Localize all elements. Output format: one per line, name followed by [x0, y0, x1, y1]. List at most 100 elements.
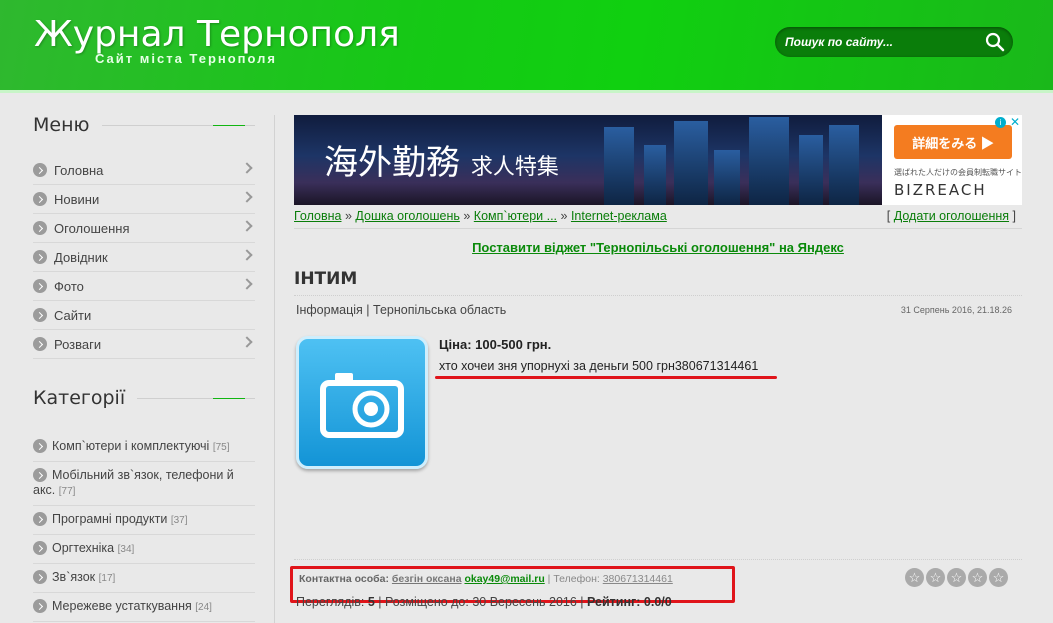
breadcrumb-separator: »: [344, 209, 352, 223]
ad-building: [714, 150, 740, 205]
star-icon[interactable]: ☆: [926, 568, 945, 587]
sidebar-item-photo[interactable]: Фото: [33, 272, 255, 301]
search-icon[interactable]: [985, 32, 1005, 52]
views-count: 5: [367, 595, 375, 609]
star-icon[interactable]: ☆: [989, 568, 1008, 587]
breadcrumb-link[interactable]: Комп`ютери ...: [474, 209, 557, 223]
arrow-bullet-icon: [33, 279, 47, 293]
ad-city-image: 海外勤務 求人特集: [294, 115, 882, 205]
rating-label: Рейтинг:: [587, 595, 641, 609]
sidebar-item-sites[interactable]: Сайти: [33, 301, 255, 330]
ad-building: [644, 145, 666, 205]
sidebar-item-entertainment[interactable]: Розваги: [33, 330, 255, 359]
listing-stats: Переглядів: 5 | Розміщено до: 30 Вересен…: [296, 595, 672, 609]
sidebar-item-label: Довідник: [54, 249, 108, 265]
arrow-bullet-icon: [33, 308, 47, 322]
arrow-bullet-icon: [33, 541, 47, 555]
category-item[interactable]: Мережеве устаткування [24]: [33, 593, 255, 622]
breadcrumb-link[interactable]: Internet-реклама: [571, 209, 667, 223]
site-subtitle: Сайт міста Тернополя: [95, 51, 277, 66]
yandex-widget-link[interactable]: Поставити віджет "Тернопільські оголошен…: [472, 240, 844, 255]
breadcrumb-separator: »: [560, 209, 568, 223]
main-content: 海外勤務 求人特集 詳細をみる ▶ 選ばれた人だけの会員制転職サイト BIZRE…: [290, 115, 1022, 609]
category-label: Оргтехніка: [52, 541, 115, 555]
add-ad-link[interactable]: Додати оголошення: [894, 209, 1009, 223]
ad-side-panel: 詳細をみる ▶ 選ばれた人だけの会員制転職サイト BIZREACH: [882, 115, 1022, 205]
listing-description: хто хочеи зня упорнухі за деньги 500 грн…: [439, 359, 759, 373]
widget-row: Поставити віджет "Тернопільські оголошен…: [294, 240, 1022, 255]
arrow-bullet-icon: [33, 250, 47, 264]
category-item[interactable]: Програмні продукти [37]: [33, 506, 255, 535]
star-icon[interactable]: ☆: [905, 568, 924, 587]
category-count: [37]: [170, 515, 188, 526]
category-item[interactable]: Мобільний зв`язок, телефони й акс. [77]: [33, 462, 255, 506]
ad-building: [674, 121, 708, 205]
sidebar: Меню Головна Новини Оголошення Довідник …: [33, 110, 255, 622]
camera-icon[interactable]: [296, 336, 428, 469]
rating-value: 0.0/0: [643, 595, 672, 609]
sidebar-item-home[interactable]: Головна: [33, 156, 255, 185]
breadcrumb: Головна » Дошка оголошень » Комп`ютери .…: [294, 209, 1022, 229]
category-count: [17]: [98, 573, 116, 584]
rating-stars: ☆ ☆ ☆ ☆ ☆: [905, 568, 1008, 587]
listing-price: Ціна: 100-500 грн.: [439, 337, 552, 352]
sidebar-item-label: Оголошення: [54, 220, 130, 236]
breadcrumb-separator: »: [463, 209, 471, 223]
arrow-bullet-icon: [33, 468, 47, 482]
sidebar-divider: [274, 115, 275, 623]
placed-until: | Розміщено до: 30 Вересень 2016 |: [378, 595, 584, 609]
category-label: Комп`ютери і комплектуючі: [52, 439, 210, 453]
category-item[interactable]: Зв`язок [17]: [33, 564, 255, 593]
sidebar-item-directory[interactable]: Довідник: [33, 243, 255, 272]
views-label: Переглядів:: [296, 595, 365, 609]
chevron-right-icon: [241, 336, 253, 348]
ad-details-button[interactable]: 詳細をみる ▶: [894, 125, 1012, 159]
sidebar-item-label: Розваги: [54, 336, 102, 352]
search-box: [775, 27, 1013, 57]
category-count: [24]: [195, 602, 212, 613]
sidebar-item-label: Фото: [54, 278, 84, 294]
breadcrumb-link[interactable]: Головна: [294, 209, 342, 223]
ad-headline: 海外勤務 求人特集: [324, 135, 559, 184]
search-input[interactable]: [785, 33, 975, 51]
category-count: [75]: [212, 442, 230, 453]
arrow-bullet-icon: [33, 163, 47, 177]
chevron-right-icon: [241, 191, 253, 203]
contact-info: Контактна особа: безгін оксана okay49@ma…: [290, 566, 735, 603]
ad-headline-small: 求人特集: [470, 155, 559, 180]
star-icon[interactable]: ☆: [968, 568, 987, 587]
category-item[interactable]: Оргтехніка [34]: [33, 535, 255, 564]
listing-info: Інформація | Тернопільська область: [296, 303, 507, 317]
category-label: Мережеве устаткування: [52, 599, 192, 613]
sidebar-item-ads[interactable]: Оголошення: [33, 214, 255, 243]
categories-heading: Категорії: [33, 383, 255, 413]
ad-building: [829, 125, 859, 205]
main-menu: Головна Новини Оголошення Довідник Фото …: [33, 156, 255, 359]
listing-item: Ціна: 100-500 грн. хто хочеи зня упорнух…: [294, 322, 1022, 552]
chevron-right-icon: [241, 220, 253, 232]
ad-info-icon[interactable]: i: [995, 117, 1006, 128]
sidebar-item-news[interactable]: Новини: [33, 185, 255, 214]
ad-banner[interactable]: 海外勤務 求人特集 詳細をみる ▶ 選ばれた人だけの会員制転職サイト BIZRE…: [294, 115, 1022, 205]
breadcrumb-link[interactable]: Дошка оголошень: [355, 209, 459, 223]
heading-divider: [137, 397, 255, 399]
page-title: ІНТИМ: [294, 269, 1022, 296]
categories-heading-text: Категорії: [33, 387, 126, 409]
ad-close-icon[interactable]: ✕: [1010, 115, 1020, 129]
arrow-bullet-icon: [33, 439, 47, 453]
ad-tagline: 選ばれた人だけの会員制転職サイト: [894, 168, 1022, 177]
category-label: Зв`язок: [52, 570, 96, 584]
sidebar-item-label: Новини: [54, 191, 100, 207]
category-item[interactable]: Комп`ютери і комплектуючі [75]: [33, 433, 255, 462]
arrow-bullet-icon: [33, 221, 47, 235]
sidebar-item-label: Головна: [54, 162, 104, 178]
add-ad-wrapper: [ Додати оголошення ]: [886, 209, 1016, 223]
star-icon[interactable]: ☆: [947, 568, 966, 587]
arrow-bullet-icon: [33, 599, 47, 613]
ad-building: [799, 135, 823, 205]
ad-building: [749, 117, 789, 205]
listing-info-row: Інформація | Тернопільська область 31 Се…: [294, 298, 1022, 322]
ad-brand-logo: BIZREACH: [894, 181, 987, 199]
menu-heading: Меню: [33, 110, 255, 140]
site-title[interactable]: Журнал Тернополя: [34, 14, 400, 55]
